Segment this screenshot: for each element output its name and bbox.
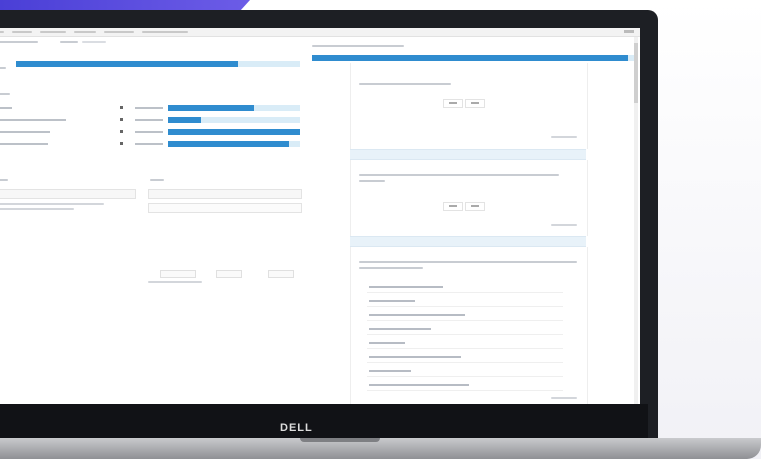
section-heading [0, 93, 10, 95]
no-button[interactable] [465, 99, 485, 108]
option-item[interactable] [367, 339, 563, 349]
option-item[interactable] [367, 381, 563, 391]
row-progress-fill [168, 129, 300, 135]
yes-button[interactable] [443, 202, 463, 211]
scrollbar-thumb[interactable] [634, 43, 638, 103]
row-progress-bar [168, 105, 300, 111]
menu-item-3[interactable] [40, 31, 66, 33]
no-button[interactable] [465, 202, 485, 211]
option-item[interactable] [367, 311, 563, 321]
card-footer-link[interactable] [551, 136, 577, 138]
question-text-line-2 [359, 267, 423, 269]
overall-progress-fill [16, 61, 238, 67]
subsection-heading-right [150, 179, 164, 181]
question-text [359, 261, 577, 263]
pane-tab-1[interactable] [60, 41, 78, 43]
question-card [350, 247, 588, 404]
question-text [359, 83, 451, 85]
subsection-heading-left [0, 179, 8, 181]
option-item[interactable] [367, 367, 563, 377]
option-item[interactable] [367, 353, 563, 363]
laptop-lid: DELL [0, 10, 658, 448]
survey-progress-bar [312, 55, 634, 61]
menu-item-2[interactable] [12, 31, 32, 33]
question-text-line-2 [359, 180, 385, 182]
menu-item-6[interactable] [142, 31, 188, 33]
overall-progress-bar [16, 61, 300, 67]
menu-item-4[interactable] [74, 31, 96, 33]
right-pane-title [312, 45, 404, 47]
list-item[interactable] [0, 139, 308, 149]
menu-item-1[interactable] [0, 31, 4, 33]
list-item[interactable] [0, 127, 308, 137]
input-hint-line-2 [0, 208, 74, 210]
app-screen [0, 28, 640, 404]
card-footer-link[interactable] [551, 224, 577, 226]
left-pane [0, 37, 308, 404]
question-card [350, 160, 588, 236]
select-field-2[interactable] [148, 203, 302, 213]
row-checkbox[interactable] [120, 130, 123, 133]
card-footer-link[interactable] [551, 397, 577, 399]
laptop-base [0, 438, 761, 459]
button-caption [148, 281, 202, 283]
row-sublabel [135, 131, 163, 133]
question-card [350, 63, 588, 149]
select-field[interactable] [148, 189, 302, 199]
row-sublabel [135, 107, 163, 109]
menu-bar [0, 28, 640, 37]
background-gradient [651, 0, 761, 459]
row-label [0, 131, 50, 133]
menu-item-5[interactable] [104, 31, 134, 33]
row-label [0, 107, 12, 109]
row-checkbox[interactable] [120, 142, 123, 145]
right-pane [310, 37, 638, 404]
row-checkbox[interactable] [120, 118, 123, 121]
text-input[interactable] [0, 189, 136, 199]
row-progress-fill [168, 141, 290, 147]
pane-title [0, 41, 38, 43]
row-progress-fill [168, 105, 254, 111]
input-hint [0, 203, 104, 205]
question-text [359, 174, 559, 176]
window-controls[interactable] [624, 30, 634, 33]
row-label [0, 119, 66, 121]
next-button[interactable] [216, 270, 242, 278]
survey-progress-fill [312, 55, 628, 61]
yes-button[interactable] [443, 99, 463, 108]
row-progress-bar [168, 129, 300, 135]
pane-tab-2[interactable] [82, 41, 106, 43]
row-label [0, 143, 48, 145]
option-item[interactable] [367, 325, 563, 335]
progress-sublabel [0, 67, 6, 69]
card-separator [350, 149, 586, 160]
option-item[interactable] [367, 297, 563, 307]
finish-button[interactable] [268, 270, 294, 278]
option-item[interactable] [367, 283, 563, 293]
laptop-base-notch [300, 438, 380, 442]
brand-logo: DELL [280, 422, 313, 434]
row-progress-fill [168, 117, 201, 123]
back-button[interactable] [160, 270, 196, 278]
row-sublabel [135, 119, 163, 121]
row-sublabel [135, 143, 163, 145]
row-checkbox[interactable] [120, 106, 123, 109]
row-progress-bar [168, 141, 300, 147]
list-item[interactable] [0, 115, 308, 125]
scrollbar[interactable] [634, 37, 638, 404]
list-item[interactable] [0, 103, 308, 113]
card-separator [350, 236, 586, 247]
row-progress-bar [168, 117, 300, 123]
